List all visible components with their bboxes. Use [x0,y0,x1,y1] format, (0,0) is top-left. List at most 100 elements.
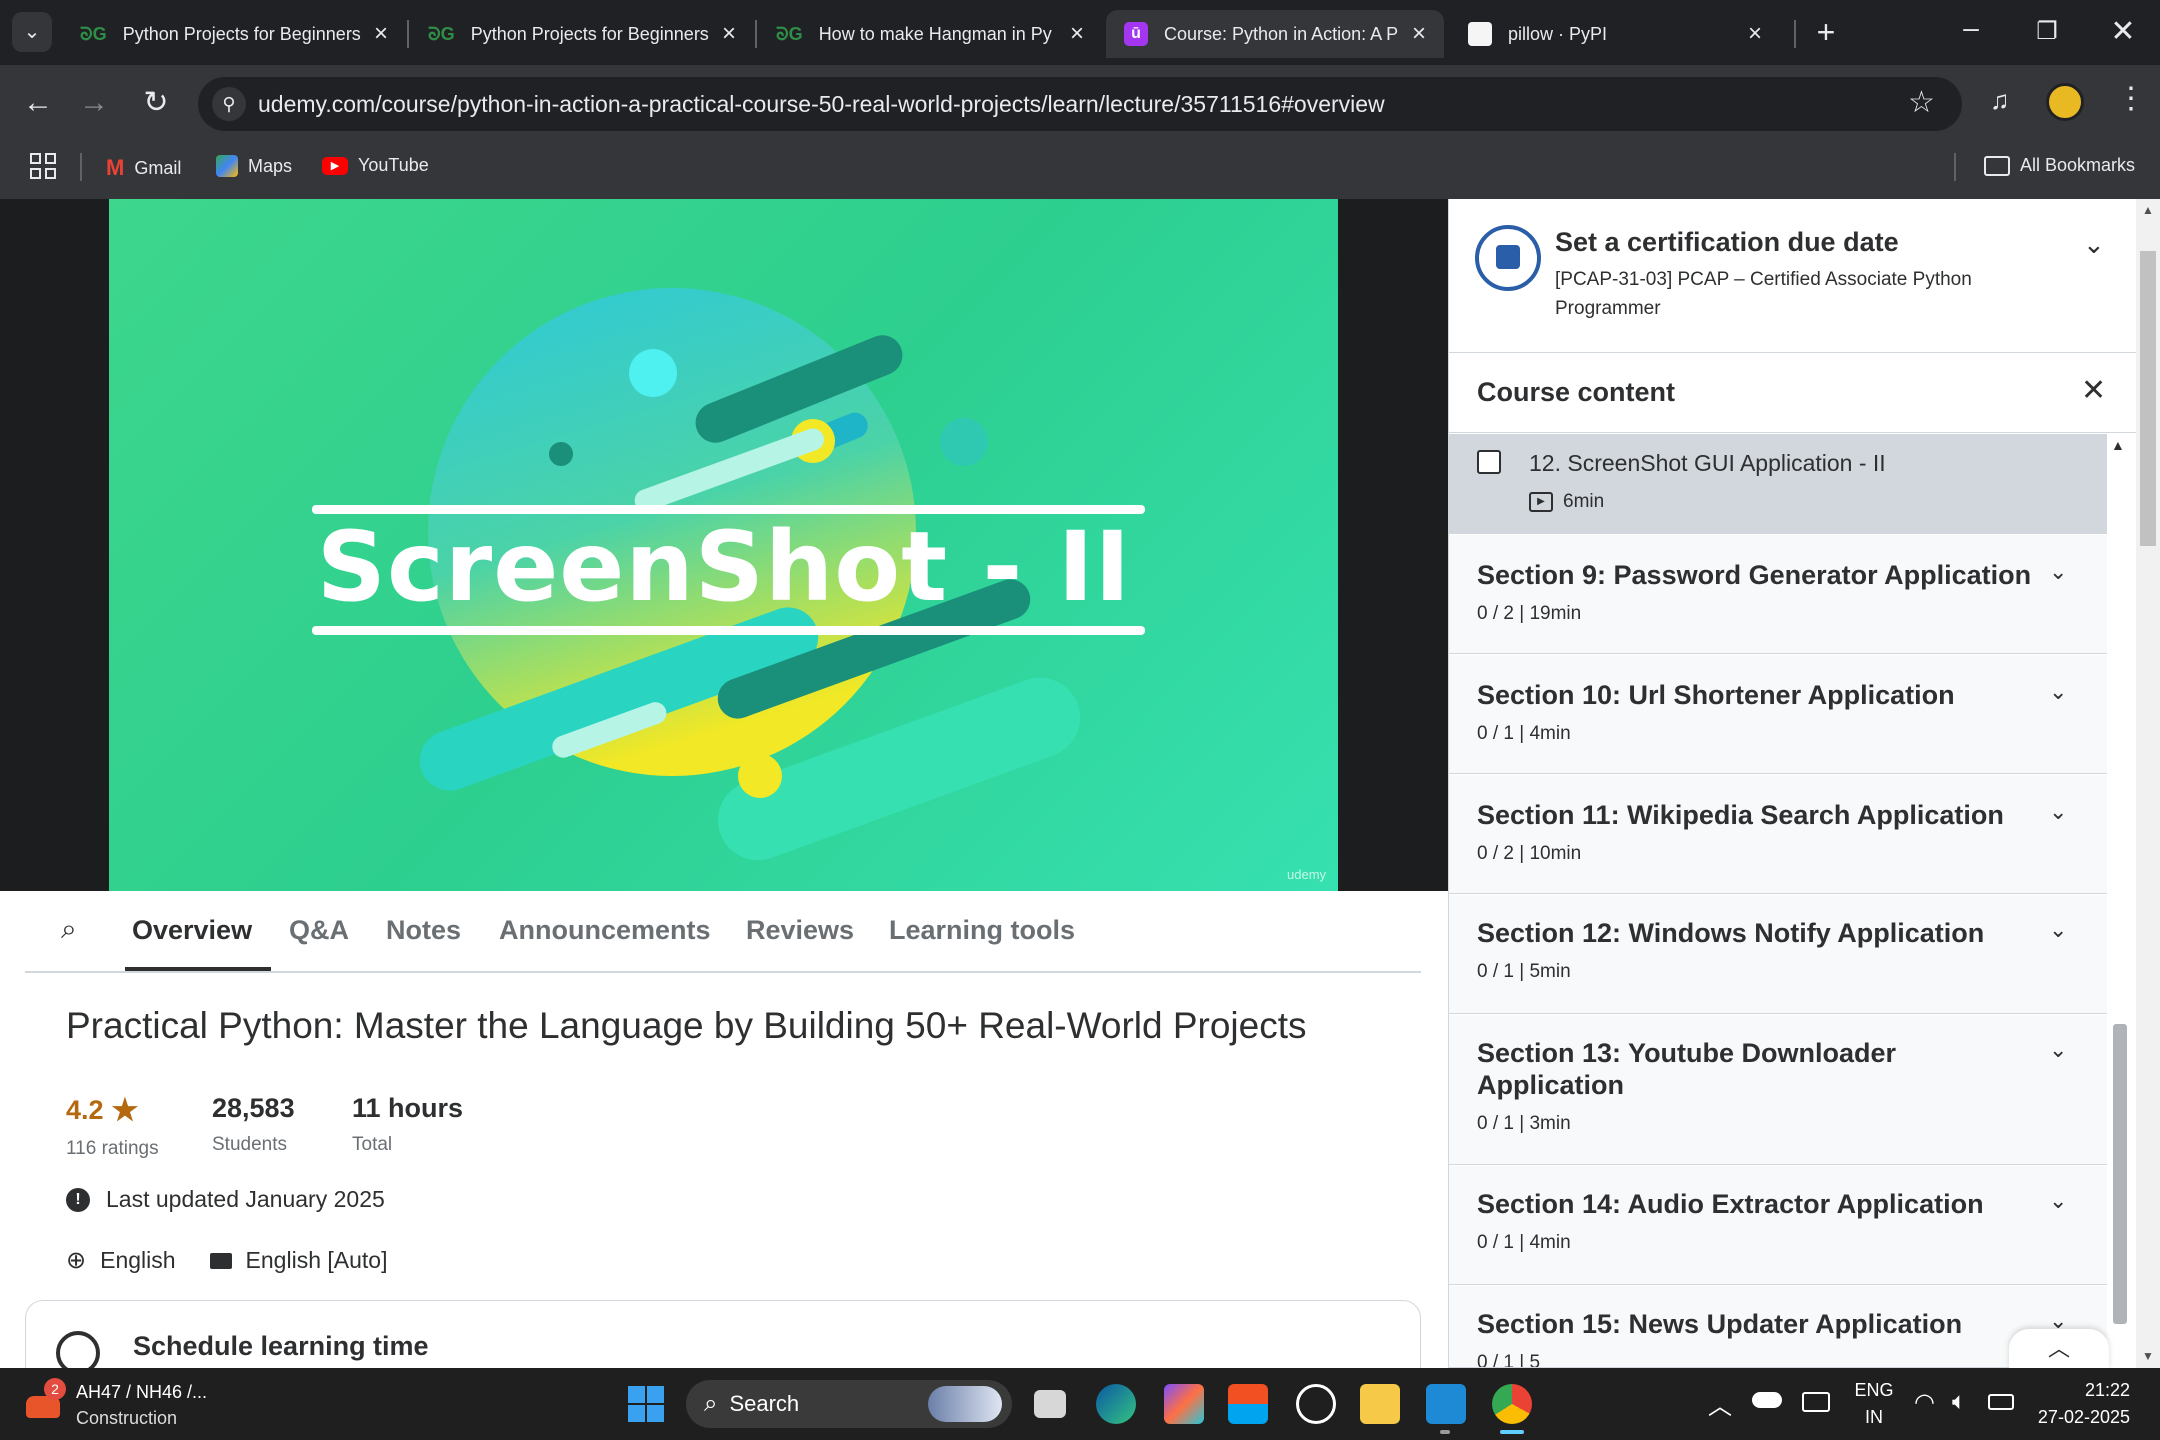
edge-browser-icon[interactable] [1096,1384,1136,1424]
input-language[interactable]: ENG IN [1852,1380,1896,1428]
onedrive-cloud-icon[interactable] [1752,1392,1782,1408]
video-player[interactable]: ScreenShot - II udemy [0,199,1448,891]
video-play-icon: ▶ [1529,492,1553,512]
chatgpt-icon[interactable] [1296,1384,1336,1424]
youtube-icon: ▶ [322,156,348,175]
battery-icon[interactable] [1988,1394,2014,1410]
chevron-down-icon[interactable]: ⌄ [2049,917,2067,943]
close-icon[interactable]: × [1070,20,1084,48]
page-scrollbar-thumb[interactable] [2140,251,2156,546]
chevron-down-icon[interactable]: ⌄ [2049,1188,2067,1214]
section-title: Section 15: News Updater Application [1477,1309,1963,1339]
volume-icon[interactable]: 🔈︎ [1952,1388,1966,1416]
apps-grid-icon[interactable] [30,153,56,179]
video-frame[interactable]: ScreenShot - II udemy [109,199,1338,891]
page-scrollbar[interactable]: ▲ ▼ [2136,199,2160,1368]
windows-start-icon[interactable] [628,1386,664,1422]
scroll-down-arrow-icon[interactable]: ▼ [2142,1349,2154,1363]
current-lecture-item[interactable]: 12. ScreenShot GUI Application - II ▶ 6m… [1449,434,2107,534]
copilot-icon[interactable] [1164,1384,1204,1424]
section-title: Section 11: Wikipedia Search Application [1477,800,2004,830]
scroll-to-top-button[interactable]: ︿ [2009,1329,2109,1369]
chevron-down-icon[interactable]: ⌄ [2083,229,2105,260]
chevron-down-icon[interactable]: ⌄ [2049,679,2067,705]
tab-title: pillow · PyPI [1508,23,1608,44]
bookmark-star-icon[interactable]: ☆ [1908,85,1935,120]
search-icon[interactable]: ⌕ [61,913,77,946]
tab-reviews[interactable]: Reviews [746,915,854,946]
wifi-icon[interactable]: ◠ [1914,1388,1935,1417]
language-code: ENG [1854,1380,1894,1400]
media-control-icon[interactable]: ♫ [1990,85,2010,116]
section-meta: 0 / 1 | 5 [1477,1352,1541,1368]
close-icon[interactable]: × [1748,20,1762,48]
active-tab-underline [125,967,271,971]
taskbar-search-box[interactable]: ⌕ Search [686,1380,1012,1428]
site-info-icon[interactable]: ⚲ [212,87,246,121]
close-icon[interactable]: × [374,20,388,48]
tab-3[interactable]: ᘐG How to make Hangman in Py × [758,10,1102,58]
section-item[interactable]: Section 9: Password Generator Applicatio… [1449,535,2107,654]
bookmark-label: Gmail [134,157,182,178]
section-item[interactable]: Section 11: Wikipedia Search Application… [1449,775,2107,894]
chevron-down-icon[interactable]: ⌄ [2049,799,2067,825]
tab-1[interactable]: ᘐG Python Projects for Beginners × [62,10,406,58]
section-title: Section 14: Audio Extractor Application [1477,1189,1984,1219]
inner-scrollbar-thumb[interactable] [2113,1024,2127,1324]
chrome-icon[interactable] [1492,1384,1532,1424]
certification-card[interactable]: Set a certification due date [PCAP-31-03… [1449,199,2143,353]
back-button[interactable]: ← [18,83,58,123]
section-item[interactable]: Section 10: Url Shortener Application 0 … [1449,655,2107,774]
chevron-down-icon[interactable]: ⌄ [2049,1037,2067,1063]
task-view-icon[interactable] [1034,1390,1066,1418]
bookmark-gmail[interactable]: M Gmail [106,155,181,181]
scroll-up-arrow-icon[interactable]: ▲ [2142,203,2154,217]
tab-notes[interactable]: Notes [386,915,461,946]
tab-search-button[interactable]: ⌄ [12,12,52,52]
search-highlight-image [928,1386,1002,1422]
file-explorer-icon[interactable] [1360,1384,1400,1424]
all-bookmarks-button[interactable]: All Bookmarks [1984,155,2135,176]
tab-2[interactable]: ᘐG Python Projects for Beginners × [410,10,754,58]
microsoft-store-icon[interactable] [1228,1384,1268,1424]
window-close-button[interactable]: ✕ [2088,8,2158,56]
inner-scrollbar-track[interactable] [2109,439,2129,1359]
news-widget[interactable]: 2 AH47 / NH46 /... Construction [26,1378,226,1430]
minimize-button[interactable]: – [1936,8,2006,56]
profile-avatar[interactable] [2046,83,2084,121]
clock[interactable]: 21:22 27-02-2025 [2038,1380,2130,1428]
taskbar-search-label: Search [729,1391,800,1416]
lecture-checkbox[interactable] [1477,450,1501,474]
section-item[interactable]: Section 12: Windows Notify Application 0… [1449,895,2107,1014]
tab-5[interactable]: pillow · PyPI × [1450,10,1780,58]
tab-4-active[interactable]: ū Course: Python in Action: A P × [1106,10,1444,58]
gmail-icon: M [106,155,125,180]
address-bar[interactable]: ⚲ udemy.com/course/python-in-action-a-pr… [198,77,1962,131]
new-tab-button[interactable]: + [1806,10,1846,54]
tab-divider [1794,20,1796,48]
section-item[interactable]: Section 13: Youtube Downloader Applicati… [1449,1015,2107,1165]
keyboard-icon[interactable] [1802,1392,1830,1412]
tab-learning-tools[interactable]: Learning tools [889,915,1075,946]
chevron-down-icon[interactable]: ⌄ [2049,559,2067,585]
last-updated-row: ! Last updated January 2025 [66,1186,385,1213]
reload-button[interactable]: ↻ [136,83,176,123]
restore-button[interactable]: ❐ [2012,8,2082,56]
cert-subtitle: [PCAP-31-03] PCAP – Certified Associate … [1555,269,1972,319]
bookmark-youtube[interactable]: ▶ YouTube [322,155,429,176]
tab-announcements[interactable]: Announcements [499,915,711,946]
bookmark-maps[interactable]: Maps [216,155,292,177]
gfg-icon: ᘐG [428,23,455,44]
section-item[interactable]: Section 14: Audio Extractor Application … [1449,1166,2107,1285]
browser-toolbar: ← → ↻ ⚲ udemy.com/course/python-in-actio… [0,65,2160,141]
tab-qa[interactable]: Q&A [289,915,349,946]
bookmarks-bar: M Gmail Maps ▶ YouTube All Bookmarks [0,141,2160,199]
menu-kebab-icon[interactable]: ⋮ [2116,81,2146,116]
close-sidebar-button[interactable]: ✕ [2081,373,2106,408]
forward-button[interactable]: → [74,83,114,123]
show-hidden-icons-chevron-icon[interactable]: ︿ [1708,1386,1732,1421]
vscode-icon[interactable] [1426,1384,1466,1424]
close-icon[interactable]: × [722,20,736,48]
close-icon[interactable]: × [1412,20,1426,48]
tab-overview[interactable]: Overview [132,915,252,946]
